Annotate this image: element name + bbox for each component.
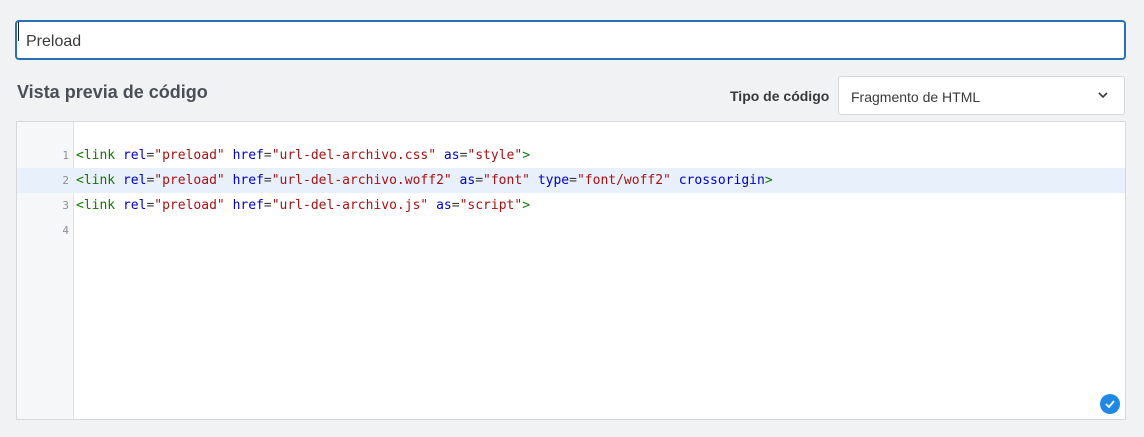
line-number: 4 xyxy=(62,224,69,237)
code-token: "url-del-archivo.css" xyxy=(271,148,437,163)
snippet-title-value: Preload xyxy=(26,33,82,50)
check-circle-icon xyxy=(1100,394,1120,414)
chevron-down-icon xyxy=(1098,92,1108,99)
code-token: "font" xyxy=(483,173,530,188)
line-code: <link rel="preload" href="url-del-archiv… xyxy=(76,168,773,193)
code-token: "preload" xyxy=(154,148,225,163)
code-line[interactable]: 4 xyxy=(17,218,1125,243)
code-token: as xyxy=(459,173,476,188)
code-token: > xyxy=(522,148,531,163)
code-token: > xyxy=(764,173,773,188)
line-code: <link rel="preload" href="url-del-archiv… xyxy=(76,193,530,218)
code-token: href xyxy=(232,148,264,163)
code-token: <link xyxy=(76,198,116,213)
code-token: = xyxy=(475,173,484,188)
code-token: = xyxy=(569,173,577,188)
snippet-title-input[interactable]: Preload xyxy=(16,21,1125,59)
code-token: = xyxy=(263,148,272,163)
code-token: "style" xyxy=(467,148,523,163)
code-token: "url-del-archivo.js" xyxy=(271,198,429,213)
code-token: <link xyxy=(76,148,116,163)
code-token: > xyxy=(522,198,531,213)
code-token: "url-del-archivo.woff2" xyxy=(271,173,452,188)
text-caret xyxy=(18,22,19,41)
code-token: = xyxy=(263,173,272,188)
code-editor[interactable]: 1 <link rel="preload" href="url-del-archi… xyxy=(16,121,1126,420)
code-token: crossorigin xyxy=(678,173,765,188)
code-token: = xyxy=(263,198,272,213)
code-token: href xyxy=(232,173,264,188)
code-token: type xyxy=(537,173,570,188)
code-token: "preload" xyxy=(154,198,225,213)
code-token: as xyxy=(436,198,452,213)
code-type-select[interactable]: Fragmento de HTML xyxy=(838,76,1125,115)
code-token: "font/woff2" xyxy=(576,173,671,188)
code-line[interactable]: 2 <link rel="preload" href="url-del-archi… xyxy=(17,168,1125,193)
code-token: rel xyxy=(122,148,147,163)
code-token: as xyxy=(443,148,460,163)
code-token: rel xyxy=(122,198,147,213)
code-line[interactable]: 3 <link rel="preload" href="url-del-archi… xyxy=(17,193,1125,218)
line-number: 2 xyxy=(62,174,69,187)
line-number: 3 xyxy=(62,199,69,212)
code-type-label: Tipo de código xyxy=(730,88,830,104)
code-type-selected: Fragmento de HTML xyxy=(851,89,981,105)
line-number: 1 xyxy=(62,149,69,162)
code-token: href xyxy=(232,198,264,213)
code-line[interactable]: 1 <link rel="preload" href="url-del-archi… xyxy=(17,143,1125,168)
code-token: "preload" xyxy=(154,173,225,188)
code-token: <link xyxy=(76,173,116,188)
code-preview-title: Vista previa de código xyxy=(17,82,208,102)
code-token: = xyxy=(451,198,460,213)
code-token: "script" xyxy=(459,198,523,213)
code-token: rel xyxy=(122,173,147,188)
line-code: <link rel="preload" href="url-del-archiv… xyxy=(76,143,530,168)
